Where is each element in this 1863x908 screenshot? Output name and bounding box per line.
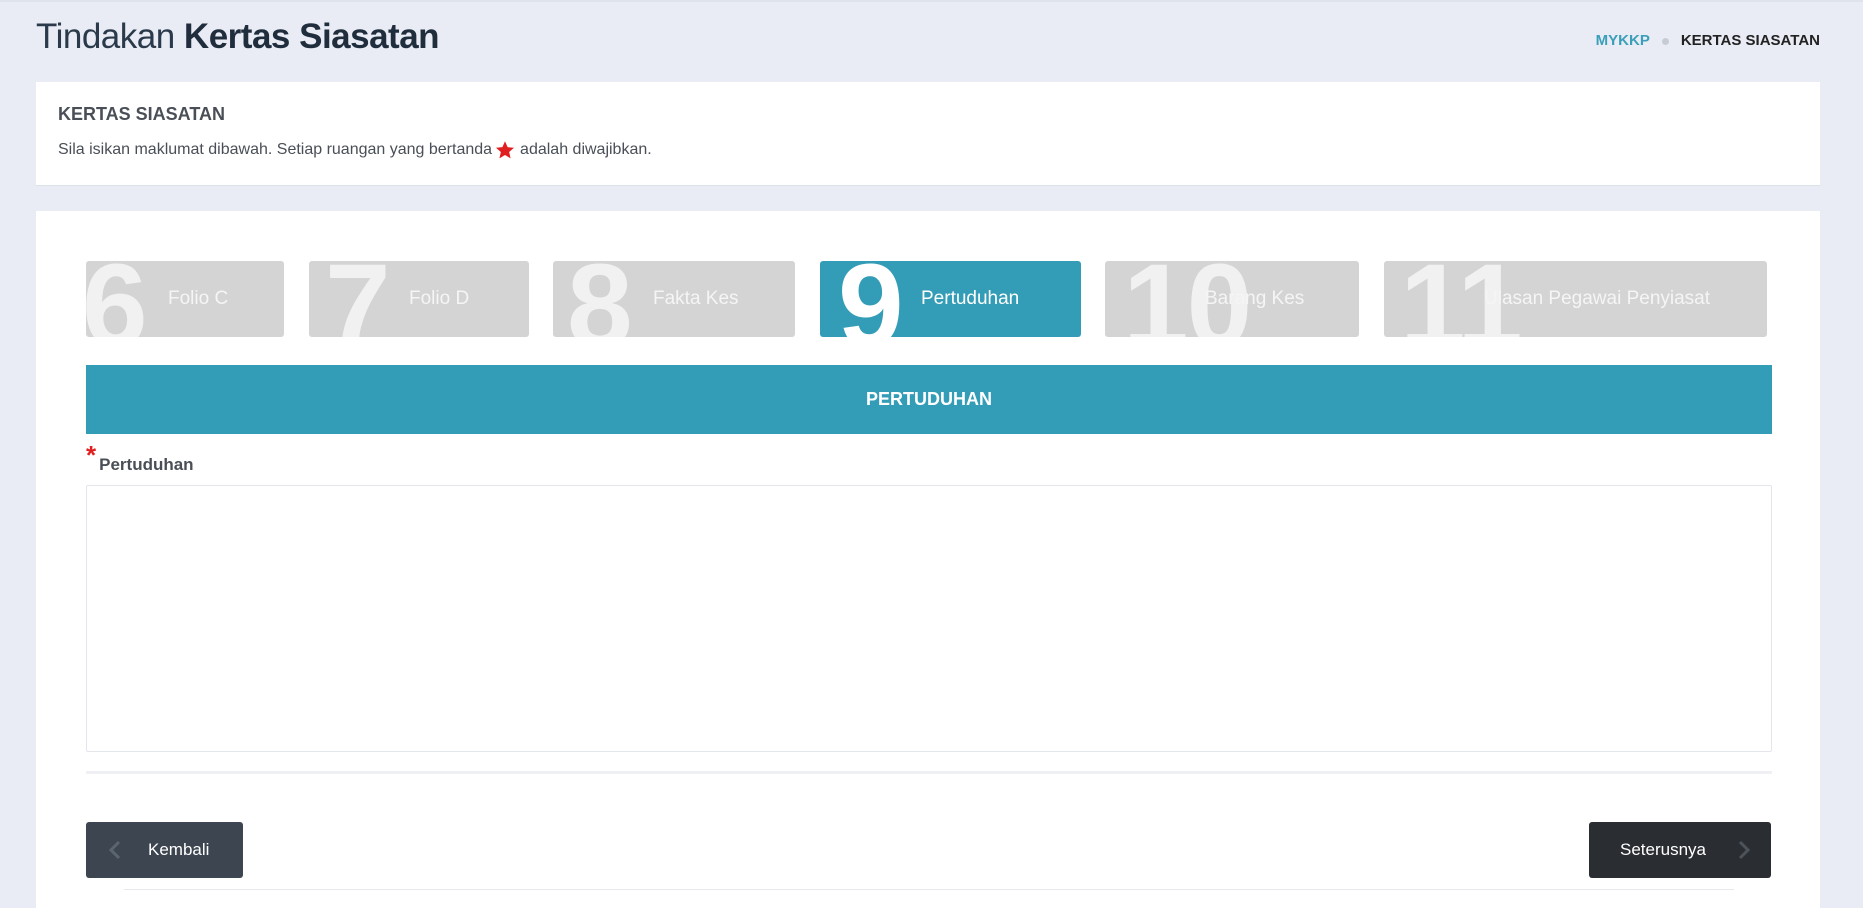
- breadcrumb-link-mykkp[interactable]: MYKKP: [1596, 32, 1650, 50]
- step-ulasan-pegawai-penyiasat[interactable]: 11 Ulasan Pegawai Penyiasat: [1384, 261, 1767, 337]
- step-barang-kes[interactable]: 10 Barang Kes: [1105, 261, 1359, 337]
- required-star-icon: [496, 141, 515, 159]
- required-asterisk: *: [86, 440, 97, 470]
- info-card: KERTAS SIASATAN Sila isikan maklumat dib…: [36, 82, 1820, 186]
- step-number: 9: [838, 261, 904, 337]
- step-number: 7: [325, 261, 391, 337]
- step-label: Ulasan Pegawai Penyiasat: [1484, 288, 1711, 309]
- page-title-light: Tindakan: [36, 17, 175, 56]
- top-rule: [0, 0, 1863, 2]
- field-label: * Pertuduhan: [86, 440, 194, 475]
- back-button-label: Kembali: [148, 840, 210, 859]
- wizard-steps: 6 Folio C 7 Folio D 8 Fakta Kes 9 Pertud…: [86, 261, 1772, 337]
- divider: [86, 771, 1772, 774]
- wizard-card: 6 Folio C 7 Folio D 8 Fakta Kes 9 Pertud…: [36, 211, 1820, 908]
- next-button-label: Seterusnya: [1620, 840, 1706, 859]
- step-number: 6: [86, 261, 148, 337]
- info-title: KERTAS SIASATAN: [58, 104, 226, 124]
- step-number: 8: [567, 261, 633, 337]
- info-desc-after: adalah diwajibkan.: [520, 141, 652, 158]
- step-label: Folio C: [168, 288, 229, 309]
- step-label: Fakta Kes: [653, 288, 739, 309]
- page-title-bold: Kertas Siasatan: [183, 17, 440, 56]
- pertuduhan-textarea[interactable]: [86, 485, 1772, 752]
- step-folio-d[interactable]: 7 Folio D: [309, 261, 529, 337]
- next-button[interactable]: Seterusnya: [1589, 822, 1771, 878]
- breadcrumb: MYKKP KERTAS SIASATAN: [1596, 32, 1820, 50]
- step-label: Pertuduhan: [921, 288, 1020, 309]
- step-label: Barang Kes: [1205, 288, 1305, 309]
- step-label: Folio D: [409, 288, 470, 309]
- page-title: Tindakan Kertas Siasatan: [36, 16, 440, 58]
- step-pertuduhan[interactable]: 9 Pertuduhan: [820, 261, 1081, 337]
- step-folio-c[interactable]: 6 Folio C: [86, 261, 284, 337]
- page-header: Tindakan Kertas Siasatan MYKKP KERTAS SI…: [36, 16, 1820, 60]
- chevron-right-icon: [1738, 840, 1751, 860]
- footer-divider: [124, 889, 1734, 890]
- breadcrumb-current: KERTAS SIASATAN: [1680, 32, 1820, 49]
- info-description: Sila isikan maklumat dibawah. Setiap rua…: [58, 140, 652, 160]
- step-fakta-kes[interactable]: 8 Fakta Kes: [553, 261, 795, 337]
- back-button[interactable]: Kembali: [86, 822, 243, 878]
- chevron-left-icon: [108, 840, 121, 860]
- section-heading: PERTUDUHAN: [86, 365, 1772, 434]
- info-desc-before: Sila isikan maklumat dibawah. Setiap rua…: [58, 141, 493, 158]
- breadcrumb-separator-icon: [1661, 37, 1669, 45]
- field-label-text: Pertuduhan: [99, 455, 194, 474]
